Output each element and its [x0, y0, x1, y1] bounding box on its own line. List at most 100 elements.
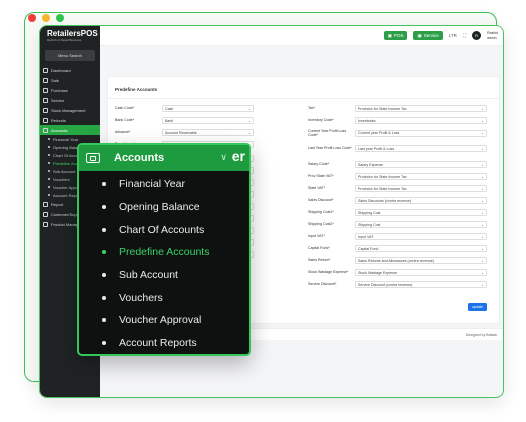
accounts-submenu-label: Predefine Accounts [119, 246, 210, 259]
box-icon [43, 107, 48, 113]
chevron-down-icon: ⌄ [480, 246, 484, 251]
field-value: Provision for State Income Tax [358, 106, 407, 111]
field-select[interactable]: Cash ⌄ [162, 105, 254, 112]
avatar[interactable]: R [472, 31, 482, 40]
field-value: Shipping Cost [358, 222, 381, 227]
chevron-down-icon: ⌄ [480, 186, 484, 191]
page-title: Predefine Accounts [115, 87, 158, 92]
field-label: Bank Code* [115, 118, 135, 123]
field-row-right-11: Capital Fund* Capital Fund ⌄ [308, 245, 487, 252]
accounts-submenu-predefine-accounts[interactable]: Predefine Accounts [79, 241, 249, 264]
field-select[interactable]: Service Discount (contra revenue) ⌄ [355, 281, 487, 288]
accounts-submenu-account-reports[interactable]: Account Reports [79, 332, 249, 354]
chevron-down-icon: ⌄ [247, 130, 251, 135]
field-label: Inventory Code* [308, 118, 334, 123]
sidebar-subitem-label: Vouchers [53, 176, 70, 182]
field-value: Service Discount (contra revenue) [358, 282, 413, 287]
sidebar-subitem-1[interactable]: Financial Year [40, 135, 100, 143]
update-button[interactable]: update [468, 303, 487, 311]
sidebar-item-label: Purchase [51, 87, 68, 93]
minimize-dot-icon[interactable] [42, 14, 50, 22]
field-select[interactable]: Shipping Cost ⌄ [355, 209, 487, 216]
field-select[interactable]: Stock Wastage Expense ⌄ [355, 269, 487, 276]
field-row-left-1: Bank Code* Bank ⌄ [115, 117, 254, 124]
bullet-icon [102, 250, 106, 255]
field-select[interactable]: Capital Fund ⌄ [355, 245, 487, 252]
accounts-submenu-financial-year[interactable]: Financial Year [79, 173, 249, 196]
sidebar-item-label: Report [51, 201, 64, 207]
brand-logo[interactable]: RetailersPOS Rebirth of Retail Business [40, 26, 100, 46]
field-select[interactable]: Sales Discounts (contra revenue) ⌄ [355, 197, 487, 204]
field-value: Sales Returns and Allowances (contra rev… [358, 258, 434, 263]
accounts-menu-title: Accounts [114, 152, 165, 164]
bullet-icon [102, 182, 106, 187]
bag-icon [43, 87, 48, 93]
users-icon [43, 211, 48, 217]
bullet-icon [102, 295, 106, 300]
chevron-down-icon: ⌄ [480, 282, 484, 287]
field-select[interactable]: Last year Profit & Loss ⌄ [355, 145, 487, 152]
field-select[interactable]: Account Receivable ⌄ [162, 129, 254, 136]
sidebar-item-accounts[interactable]: Accounts [40, 125, 100, 135]
pos-button[interactable]: ▣ POS [383, 31, 408, 40]
sidebar-item-sale[interactable]: Sale [40, 75, 100, 85]
field-row-right-7: Sales Discount* Sales Discounts (contra r… [308, 197, 487, 204]
field-select[interactable]: Inventories ⌄ [355, 117, 487, 124]
bullet-icon [102, 341, 106, 346]
field-select[interactable]: Provision for State Income Tax ⌄ [355, 105, 487, 112]
service-button[interactable]: ▣ Service [413, 31, 443, 40]
field-row-left-0: Cash Code* Cash ⌄ [115, 105, 254, 112]
sidebar-item-stock-management[interactable]: Stock Management [40, 105, 100, 115]
chevron-down-icon: ⌄ [480, 222, 484, 227]
chevron-down-icon: ⌄ [480, 146, 484, 151]
chevron-down-icon: ∨ [220, 152, 227, 162]
menu-search-button[interactable]: Menu Search [45, 50, 95, 61]
accounts-submenu-voucher-approval[interactable]: Voucher Approval [79, 309, 249, 332]
field-select[interactable]: Salary Expense ⌄ [355, 161, 487, 168]
accounts-submenu-sub-account[interactable]: Sub Account [79, 264, 249, 287]
field-row-right-10: Input VAT* Input VAT ⌄ [308, 233, 487, 240]
field-label: Last Year Profit Loss Code* [308, 146, 352, 151]
field-value: Capital Fund [358, 246, 379, 251]
field-select[interactable]: Shipping Cost ⌄ [355, 221, 487, 228]
field-value: Provision for State Income Tax [358, 186, 407, 191]
field-row-right-8: Shipping Cost1* Shipping Cost ⌄ [308, 209, 487, 216]
field-label: Salary Code* [308, 162, 330, 167]
maximize-dot-icon[interactable] [56, 14, 64, 22]
user-info[interactable]: Rashid admin [487, 31, 498, 39]
field-row-right-12: Sales Return* Sales Returns and Allowance… [308, 257, 487, 264]
field-label: Sales Discount* [308, 198, 334, 203]
field-select[interactable]: Provision for State Income Tax ⌄ [355, 173, 487, 180]
accounts-submenu-label: Opening Balance [119, 201, 200, 214]
sidebar-item-purchase[interactable]: Purchase [40, 85, 100, 95]
language-direction[interactable]: LTR [449, 33, 457, 38]
accounts-submenu-chart-of-accounts[interactable]: Chart Of Accounts [79, 218, 249, 241]
accounts-submenu-opening-balance[interactable]: Opening Balance [79, 196, 249, 219]
service-icon: ▣ [417, 32, 422, 38]
report-icon [43, 201, 48, 207]
field-label: Cash Code* [115, 106, 135, 111]
field-label: Input VAT* [308, 234, 325, 239]
header-overflow-text: er [231, 148, 245, 164]
sidebar-item-service[interactable]: Service [40, 95, 100, 105]
field-value: Account Receivable [165, 130, 197, 135]
field-select[interactable]: Sales Returns and Allowances (contra rev… [355, 257, 487, 264]
accounts-submenu-label: Sub Account [119, 269, 178, 282]
field-row-right-3: Last Year Profit Loss Code* Last year Pro… [308, 145, 487, 152]
sidebar-item-label: Service [51, 97, 65, 103]
sidebar-subitem-label: Financial Year [53, 136, 79, 142]
fullscreen-icon[interactable]: ⛶ [463, 33, 466, 38]
field-row-right-0: Tax* Provision for State Income Tax ⌄ [308, 105, 487, 112]
field-select[interactable]: Current year Profit & Loss ⌄ [355, 129, 487, 137]
close-dot-icon[interactable] [28, 14, 36, 22]
accounts-submenu-vouchers[interactable]: Vouchers [79, 286, 249, 309]
sidebar-item-dashboard[interactable]: Dashboard [40, 65, 100, 75]
field-select[interactable]: Provision for State Income Tax ⌄ [355, 185, 487, 192]
accounts-menu-header[interactable]: Accounts ∨ er [79, 145, 249, 171]
chevron-down-icon: ⌄ [480, 162, 484, 167]
field-row-right-13: Stock Wastage Expense* Stock Wastage Expe… [308, 269, 487, 276]
field-value: Provision for State Income Tax [358, 174, 407, 179]
field-select[interactable]: Input VAT ⌄ [355, 233, 487, 240]
sidebar-item-refunds[interactable]: Refunds [40, 115, 100, 125]
field-select[interactable]: Bank ⌄ [162, 117, 254, 124]
